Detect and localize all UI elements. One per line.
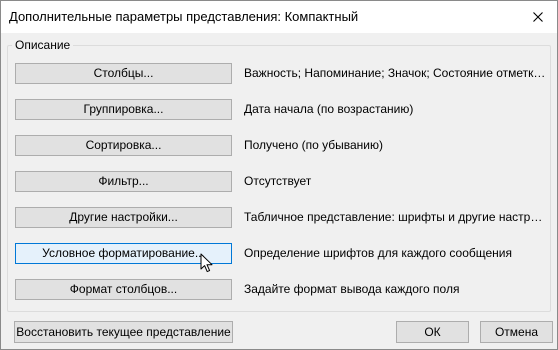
dialog-title: Дополнительные параметры представления: … (9, 9, 359, 24)
format-columns-description: Задайте формат вывода каждого поля (244, 282, 460, 296)
other-settings-button[interactable]: Другие настройки... (15, 207, 232, 228)
cancel-button[interactable]: Отмена (480, 321, 553, 343)
ok-button[interactable]: ОК (396, 321, 469, 343)
close-icon (533, 12, 543, 22)
title-bar: Дополнительные параметры представления: … (1, 1, 557, 33)
description-group: Описание Столбцы... Важность; Напоминани… (7, 38, 551, 312)
columns-button[interactable]: Столбцы... (15, 63, 232, 84)
conditional-formatting-button[interactable]: Условное форматирование... (15, 243, 232, 264)
sort-description: Получено (по убыванию) (244, 138, 383, 152)
filter-button[interactable]: Фильтр... (15, 171, 232, 192)
group-by-description: Дата начала (по возрастанию) (244, 102, 414, 116)
conditional-formatting-description: Определение шрифтов для каждого сообщени… (244, 246, 513, 260)
group-legend: Описание (12, 38, 74, 52)
columns-description: Важность; Напоминание; Значок; Состояние… (244, 66, 548, 80)
format-columns-button[interactable]: Формат столбцов... (15, 279, 232, 300)
filter-description: Отсутствует (244, 174, 312, 188)
dialog-body: Описание Столбцы... Важность; Напоминани… (1, 33, 557, 349)
group-by-button[interactable]: Группировка... (15, 99, 232, 120)
reset-view-button[interactable]: Восстановить текущее представление (14, 321, 233, 343)
other-settings-description: Табличное представление: шрифты и другие… (244, 210, 548, 224)
close-button[interactable] (525, 5, 551, 29)
view-settings-dialog: Дополнительные параметры представления: … (0, 0, 558, 350)
sort-button[interactable]: Сортировка... (15, 135, 232, 156)
